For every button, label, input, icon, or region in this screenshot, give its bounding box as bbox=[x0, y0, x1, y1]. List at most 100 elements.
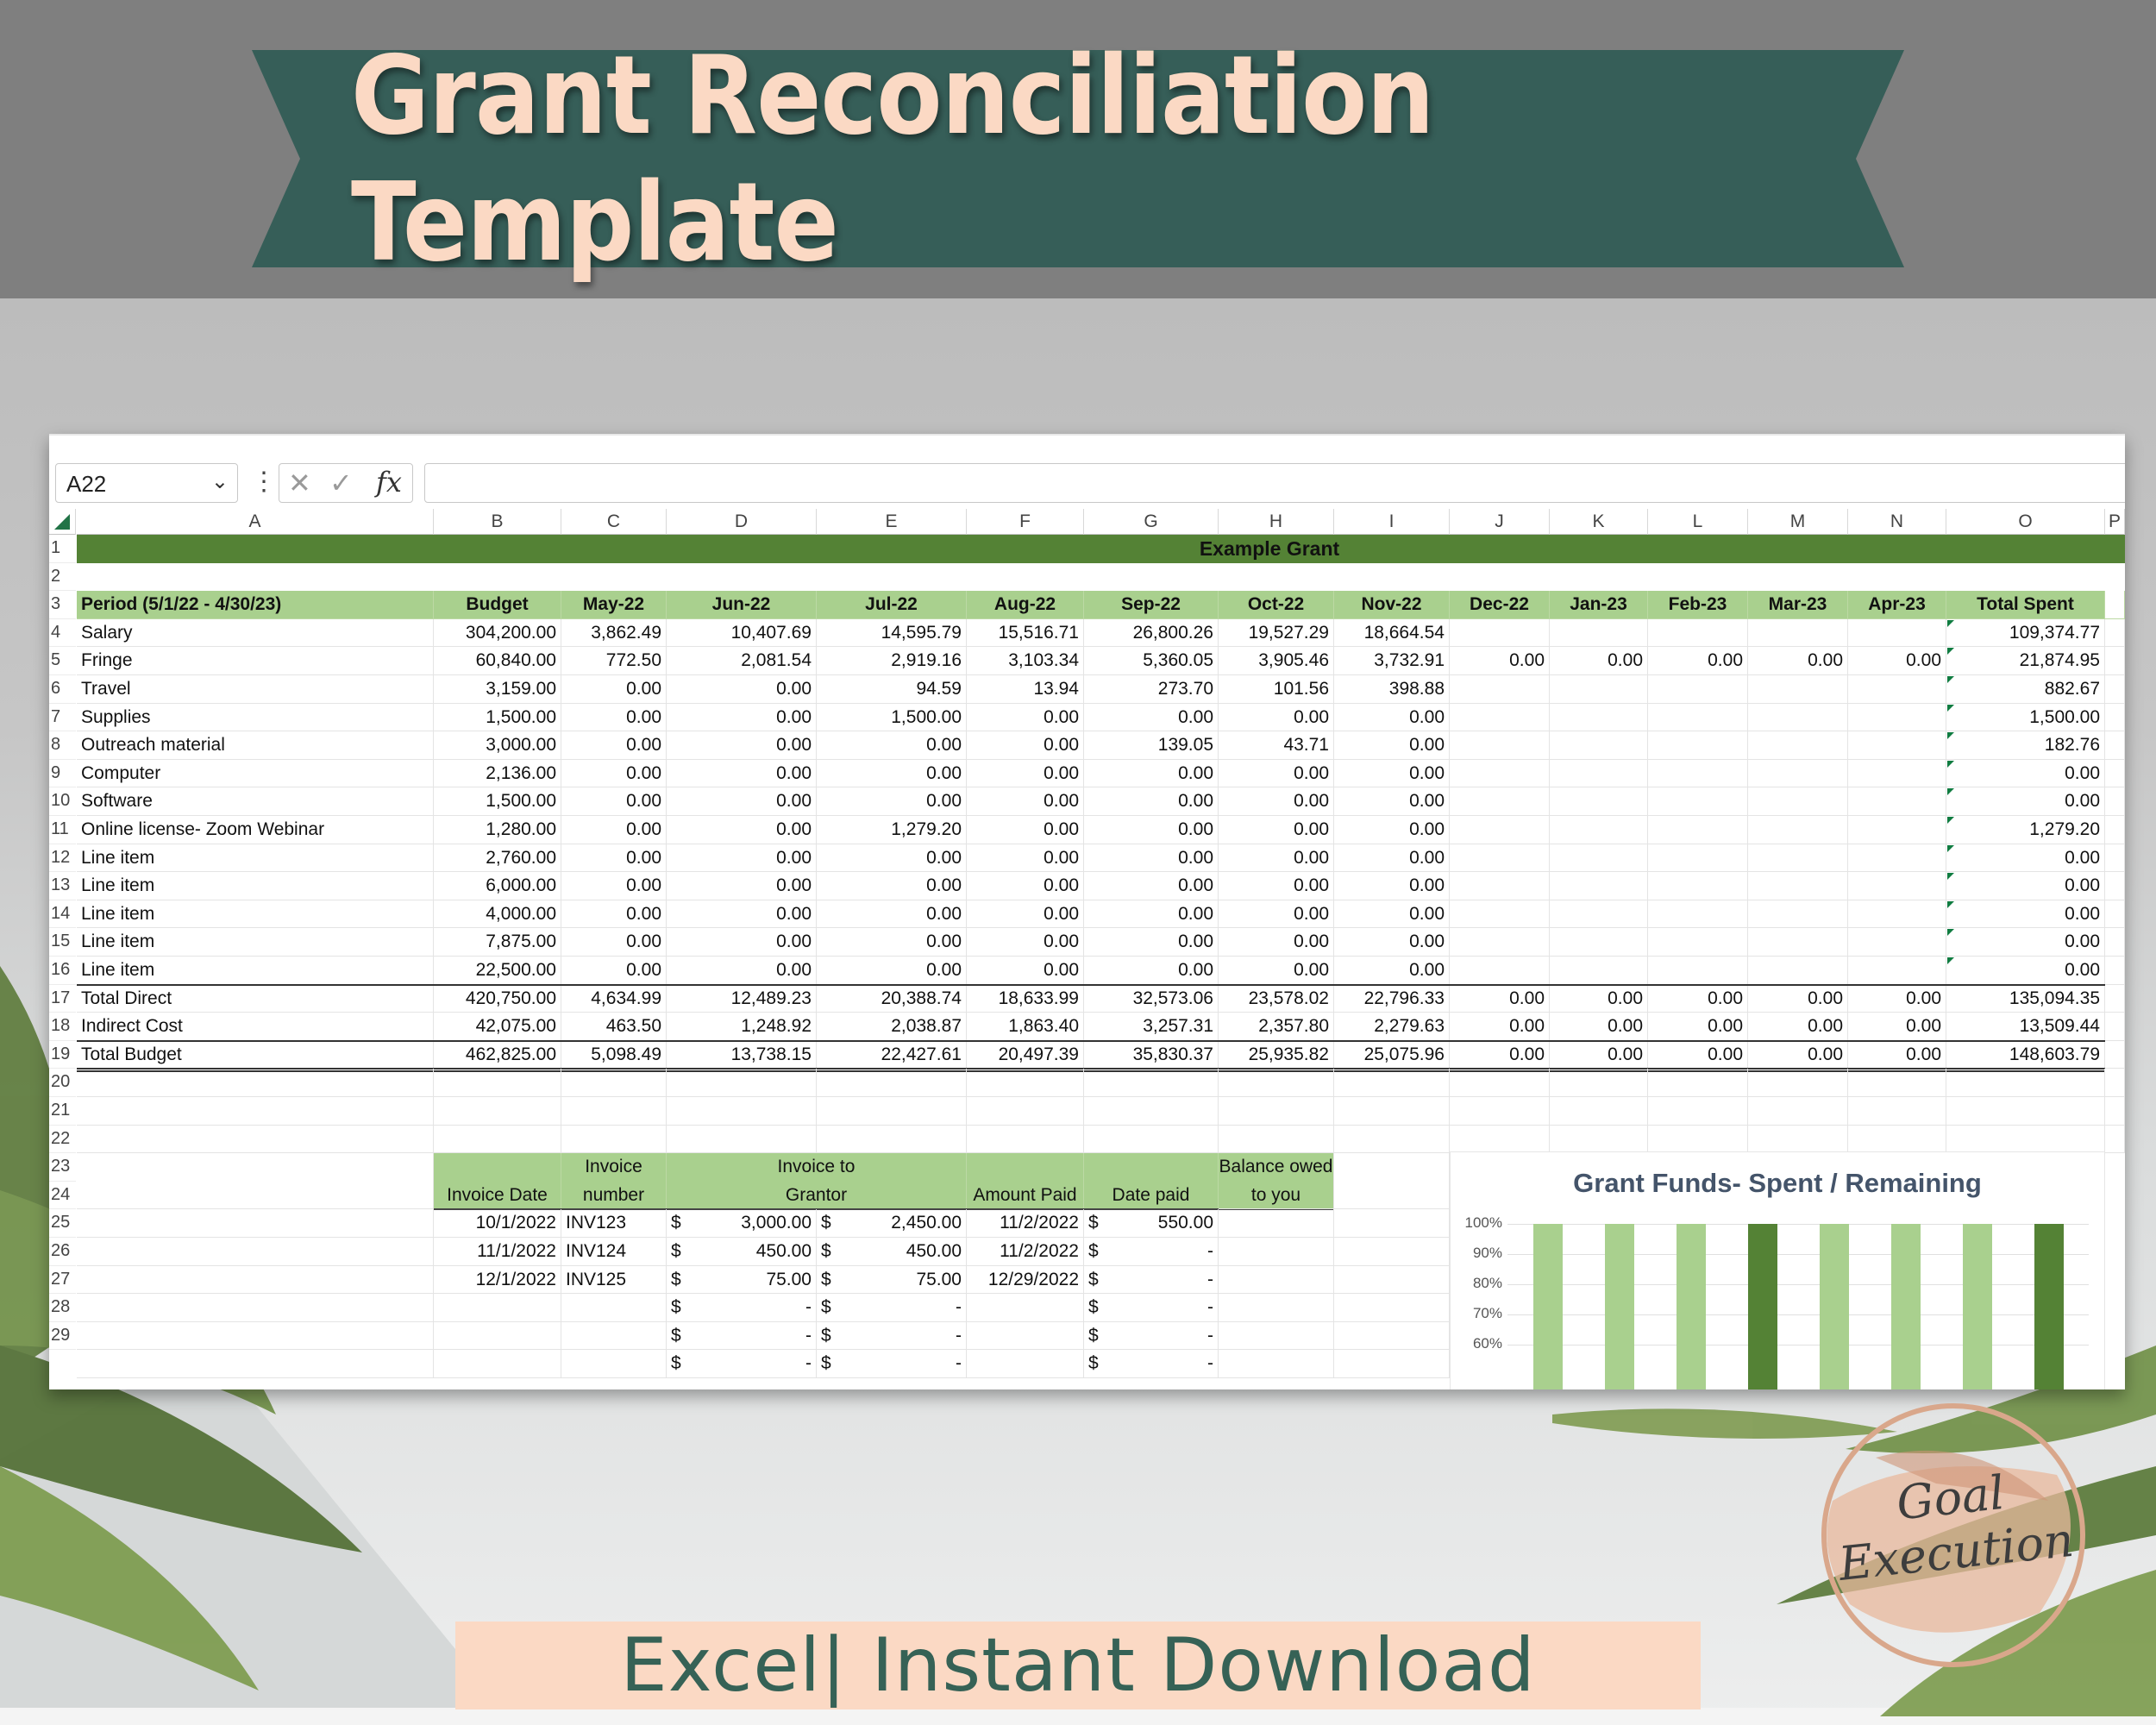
blank-cell[interactable] bbox=[77, 1126, 434, 1154]
table-cell[interactable]: 0.00 bbox=[1219, 704, 1334, 732]
invoice-cell[interactable]: INV125 bbox=[561, 1266, 667, 1295]
table-cell[interactable] bbox=[1648, 704, 1748, 732]
row-header-10[interactable]: 10 bbox=[49, 787, 76, 816]
invoice-cell[interactable]: $ bbox=[1084, 1209, 1110, 1238]
invoice-cell[interactable]: 12/1/2022 bbox=[434, 1266, 561, 1295]
row-label[interactable]: Online license- Zoom Webinar bbox=[77, 816, 434, 844]
blank-cell[interactable] bbox=[817, 1069, 967, 1097]
blank-cell[interactable] bbox=[667, 1126, 817, 1154]
table-cell[interactable]: 21,874.95 bbox=[1946, 647, 2105, 675]
table-cell[interactable]: 0.00 bbox=[1334, 816, 1450, 844]
invoice-cell[interactable] bbox=[561, 1350, 667, 1378]
blank-cell[interactable] bbox=[1748, 1126, 1848, 1154]
blank-cell[interactable] bbox=[2105, 787, 2125, 816]
blank-cell[interactable] bbox=[1219, 1126, 1334, 1154]
blank-cell[interactable] bbox=[2105, 675, 2125, 704]
column-label[interactable]: Budget bbox=[434, 591, 561, 619]
invoice-cell[interactable]: $ bbox=[667, 1209, 693, 1238]
name-box[interactable]: A22⌄ bbox=[55, 463, 238, 503]
invoice-cell[interactable]: $ bbox=[817, 1350, 843, 1378]
table-cell[interactable] bbox=[1648, 928, 1748, 957]
column-header-G[interactable]: G bbox=[1084, 509, 1219, 535]
table-cell[interactable]: 10,407.69 bbox=[667, 619, 817, 648]
column-label[interactable]: Nov-22 bbox=[1334, 591, 1450, 619]
column-label[interactable]: Aug-22 bbox=[967, 591, 1084, 619]
table-cell[interactable] bbox=[1450, 957, 1550, 985]
table-cell[interactable]: 0.00 bbox=[561, 704, 667, 732]
table-cell[interactable] bbox=[1550, 704, 1648, 732]
row-header-23[interactable]: 23 bbox=[49, 1153, 76, 1182]
blank-cell[interactable] bbox=[1219, 1294, 1334, 1322]
cancel-icon[interactable]: ✕ bbox=[288, 467, 311, 499]
blank-cell[interactable] bbox=[2105, 647, 2125, 675]
table-cell[interactable]: 0.00 bbox=[1848, 985, 1946, 1013]
table-cell[interactable]: 7,875.00 bbox=[434, 928, 561, 957]
invoice-header-line1[interactable] bbox=[967, 1153, 1084, 1182]
table-cell[interactable]: 101.56 bbox=[1219, 675, 1334, 704]
table-cell[interactable]: 0.00 bbox=[1550, 647, 1648, 675]
table-cell[interactable]: 3,732.91 bbox=[1334, 647, 1450, 675]
table-cell[interactable]: 14,595.79 bbox=[817, 619, 967, 648]
invoice-cell[interactable]: 450.00 bbox=[693, 1238, 817, 1266]
table-cell[interactable]: 0.00 bbox=[1084, 787, 1219, 816]
table-cell[interactable]: 0.00 bbox=[1084, 816, 1219, 844]
invoice-cell[interactable]: $ bbox=[817, 1209, 843, 1238]
blank-cell[interactable] bbox=[1946, 1097, 2105, 1126]
table-cell[interactable] bbox=[1450, 816, 1550, 844]
chevron-down-icon[interactable]: ⌄ bbox=[211, 469, 229, 494]
invoice-cell[interactable]: INV123 bbox=[561, 1209, 667, 1238]
table-cell[interactable] bbox=[1648, 760, 1748, 788]
table-cell[interactable] bbox=[1550, 816, 1648, 844]
blank-cell[interactable] bbox=[1334, 1294, 1450, 1322]
table-cell[interactable]: 0.00 bbox=[667, 816, 817, 844]
table-cell[interactable]: 0.00 bbox=[1219, 872, 1334, 900]
blank-cell[interactable] bbox=[1550, 1126, 1648, 1154]
blank-cell[interactable] bbox=[2105, 760, 2125, 788]
table-cell[interactable]: 182.76 bbox=[1946, 731, 2105, 760]
table-cell[interactable] bbox=[1848, 704, 1946, 732]
blank-cell[interactable] bbox=[1219, 1069, 1334, 1097]
table-cell[interactable]: 6,000.00 bbox=[434, 872, 561, 900]
blank-cell[interactable] bbox=[1334, 1126, 1450, 1154]
table-cell[interactable]: 3,000.00 bbox=[434, 731, 561, 760]
blank-cell[interactable] bbox=[77, 1350, 434, 1378]
invoice-cell[interactable]: $ bbox=[817, 1322, 843, 1351]
table-cell[interactable] bbox=[1550, 787, 1648, 816]
invoice-cell[interactable]: $ bbox=[1084, 1266, 1110, 1295]
row-label[interactable]: Outreach material bbox=[77, 731, 434, 760]
table-cell[interactable] bbox=[1550, 872, 1648, 900]
invoice-cell[interactable]: - bbox=[693, 1350, 817, 1378]
table-cell[interactable]: 3,905.46 bbox=[1219, 647, 1334, 675]
blank-cell[interactable] bbox=[1946, 1126, 2105, 1154]
blank-cell[interactable] bbox=[2105, 1041, 2125, 1070]
table-cell[interactable]: 0.00 bbox=[1946, 760, 2105, 788]
table-cell[interactable]: 0.00 bbox=[667, 731, 817, 760]
invoice-cell[interactable]: INV124 bbox=[561, 1238, 667, 1266]
invoice-header-line1[interactable] bbox=[434, 1153, 561, 1182]
table-cell[interactable]: 0.00 bbox=[1219, 957, 1334, 985]
invoice-cell[interactable]: - bbox=[843, 1294, 967, 1322]
blank-cell[interactable] bbox=[2105, 900, 2125, 929]
row-label[interactable]: Line item bbox=[77, 872, 434, 900]
row-header-25[interactable]: 25 bbox=[49, 1209, 76, 1238]
invoice-cell[interactable]: $ bbox=[817, 1266, 843, 1295]
table-cell[interactable]: 772.50 bbox=[561, 647, 667, 675]
table-cell[interactable] bbox=[1450, 760, 1550, 788]
column-label[interactable]: Jan-23 bbox=[1550, 591, 1648, 619]
chart-bar[interactable] bbox=[1748, 1224, 1777, 1389]
invoice-cell[interactable] bbox=[434, 1322, 561, 1351]
row-header-20[interactable]: 20 bbox=[49, 1069, 76, 1097]
column-header-I[interactable]: I bbox=[1334, 509, 1450, 535]
table-cell[interactable] bbox=[1848, 957, 1946, 985]
invoice-cell[interactable]: - bbox=[1110, 1350, 1219, 1378]
column-header-K[interactable]: K bbox=[1550, 509, 1648, 535]
table-cell[interactable]: 0.00 bbox=[1334, 844, 1450, 873]
column-header-D[interactable]: D bbox=[667, 509, 817, 535]
table-cell[interactable]: 0.00 bbox=[1748, 985, 1848, 1013]
table-cell[interactable] bbox=[1550, 760, 1648, 788]
blank-cell[interactable] bbox=[561, 1069, 667, 1097]
table-cell[interactable] bbox=[1748, 844, 1848, 873]
table-cell[interactable]: 0.00 bbox=[967, 704, 1084, 732]
table-cell[interactable]: 0.00 bbox=[667, 704, 817, 732]
table-cell[interactable]: 0.00 bbox=[561, 957, 667, 985]
